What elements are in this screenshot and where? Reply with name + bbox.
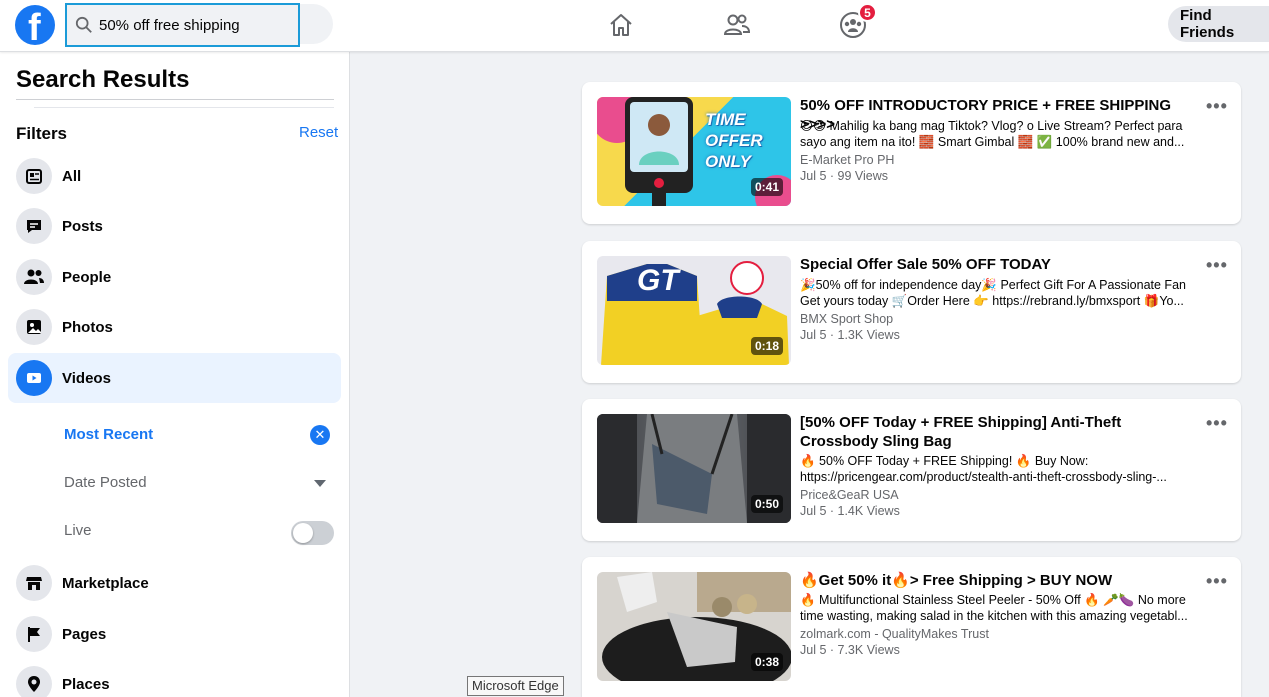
- sidebar-item-label: People: [62, 268, 112, 286]
- video-meta: Jul 5 · 99 Views: [800, 169, 889, 183]
- sidebar-item-label: All: [62, 167, 82, 185]
- video-source[interactable]: BMX Sport Shop: [800, 311, 893, 327]
- posts-icon: [16, 208, 52, 244]
- sidebar-item-label: Videos: [62, 369, 111, 387]
- sidebar-item-marketplace[interactable]: Marketplace: [8, 558, 341, 608]
- video-thumbnail[interactable]: TIME OFFER ONLY 0:41: [597, 97, 791, 206]
- sidebar-item-people[interactable]: People: [8, 252, 341, 302]
- home-icon[interactable]: [606, 10, 636, 40]
- find-friends-button[interactable]: Find Friends: [1168, 6, 1269, 42]
- sidebar-item-posts[interactable]: Posts: [8, 201, 341, 251]
- clear-filter-icon[interactable]: ✕: [310, 425, 330, 445]
- search-filters-sidebar: Search Results Filters Reset All Posts P…: [0, 52, 350, 697]
- reset-filters-link[interactable]: Reset: [299, 124, 338, 141]
- video-title[interactable]: Special Offer Sale 50% OFF TODAY: [800, 255, 1200, 274]
- search-query-text: 50% off free shipping: [99, 16, 240, 34]
- more-options-icon[interactable]: •••: [1206, 255, 1228, 276]
- video-duration: 0:38: [750, 653, 783, 671]
- video-meta: Jul 5 · 1.3K Views: [800, 328, 900, 342]
- date-posted-filter[interactable]: Date Posted: [64, 474, 147, 491]
- caret-down-icon[interactable]: [314, 480, 326, 487]
- more-options-icon[interactable]: •••: [1206, 571, 1228, 592]
- filters-heading: Filters: [16, 124, 68, 143]
- divider: [34, 107, 334, 108]
- top-navigation-bar: f 50% off free shipping 5 Find Friends: [0, 0, 1269, 52]
- page-title: Search Results: [16, 66, 190, 93]
- thumbnail-overlay-text: TIME OFFER ONLY: [705, 110, 763, 171]
- video-meta: Jul 5 · 7.3K Views: [800, 643, 900, 657]
- video-description-line: Get yours today 🛒Order Here 👉 https://re…: [800, 294, 1184, 308]
- location-pin-icon: [16, 666, 52, 697]
- video-source[interactable]: E-Market Pro PH: [800, 152, 894, 168]
- logo-letter: f: [28, 7, 41, 45]
- toggle-knob: [293, 523, 313, 543]
- sidebar-item-label: Posts: [62, 217, 103, 235]
- sidebar-item-all[interactable]: All: [8, 151, 341, 201]
- video-meta: Jul 5 · 1.4K Views: [800, 504, 900, 518]
- sidebar-item-places[interactable]: Places: [8, 659, 341, 697]
- video-description-line: 🔥 50% OFF Today + FREE Shipping! 🔥 Buy N…: [800, 454, 1089, 468]
- feed-icon: [16, 158, 52, 194]
- live-filter-label: Live: [64, 522, 92, 539]
- divider: [16, 99, 334, 100]
- video-result-card[interactable]: GT 0:18 Special Offer Sale 50% OFF TODAY…: [582, 241, 1241, 383]
- photos-icon: [16, 309, 52, 345]
- video-duration: 0:41: [750, 178, 783, 196]
- video-title[interactable]: 🔥Get 50% it🔥> Free Shipping > BUY NOW: [800, 571, 1200, 590]
- flag-icon: [16, 616, 52, 652]
- video-description-line: https://pricengear.com/product/stealth-a…: [800, 470, 1167, 484]
- video-title[interactable]: [50% OFF Today + FREE Shipping] Anti-The…: [800, 413, 1200, 451]
- video-thumbnail[interactable]: GT 0:18: [597, 256, 791, 365]
- search-input[interactable]: 50% off free shipping: [65, 3, 300, 47]
- sidebar-item-videos[interactable]: Videos: [8, 353, 341, 403]
- facebook-logo[interactable]: f: [15, 5, 55, 45]
- people-icon: [16, 259, 52, 295]
- video-thumbnail[interactable]: 0:50: [597, 414, 791, 523]
- friends-icon[interactable]: [722, 10, 752, 40]
- video-duration: 0:18: [750, 337, 783, 355]
- sidebar-item-label: Pages: [62, 625, 107, 643]
- thumbnail-overlay-text: GT: [637, 264, 679, 297]
- sidebar-item-pages[interactable]: Pages: [8, 609, 341, 659]
- video-result-card[interactable]: 0:38 🔥Get 50% it🔥> Free Shipping > BUY N…: [582, 557, 1241, 697]
- video-thumbnail[interactable]: 0:38: [597, 572, 791, 681]
- sidebar-item-label: Places: [62, 675, 110, 693]
- sidebar-item-label: Marketplace: [62, 574, 149, 592]
- sidebar-item-photos[interactable]: Photos: [8, 302, 341, 352]
- more-options-icon[interactable]: •••: [1206, 96, 1228, 117]
- live-toggle[interactable]: [291, 521, 334, 545]
- notification-badge: 5: [858, 3, 877, 22]
- video-description-line: 🎉50% off for independence day🎉 Perfect G…: [800, 278, 1186, 292]
- browser-tooltip: Microsoft Edge: [467, 676, 564, 696]
- most-recent-filter[interactable]: Most Recent: [64, 426, 153, 443]
- video-description-line: 🔥 Multifunctional Stainless Steel Peeler…: [800, 593, 1186, 607]
- video-result-card[interactable]: TIME OFFER ONLY 0:41 50% OFF INTRODUCTOR…: [582, 82, 1241, 224]
- video-description-line: 😍😍 Mahilig ka bang mag Tiktok? Vlog? o L…: [800, 119, 1183, 133]
- video-description-line: time wasting, making salad in the kitche…: [800, 609, 1188, 623]
- video-icon: [16, 360, 52, 396]
- marketplace-icon: [16, 565, 52, 601]
- video-result-card[interactable]: 0:50 [50% OFF Today + FREE Shipping] Ant…: [582, 399, 1241, 541]
- search-icon: [75, 16, 92, 33]
- video-source[interactable]: zolmark.com - QualityMakes Trust: [800, 626, 989, 642]
- video-source[interactable]: Price&GeaR USA: [800, 487, 899, 503]
- sidebar-item-label: Photos: [62, 318, 113, 336]
- video-description-line: sayo ang item na ito! 🧱 Smart Gimbal 🧱 ✅…: [800, 135, 1185, 149]
- more-options-icon[interactable]: •••: [1206, 413, 1228, 434]
- video-duration: 0:50: [750, 495, 783, 513]
